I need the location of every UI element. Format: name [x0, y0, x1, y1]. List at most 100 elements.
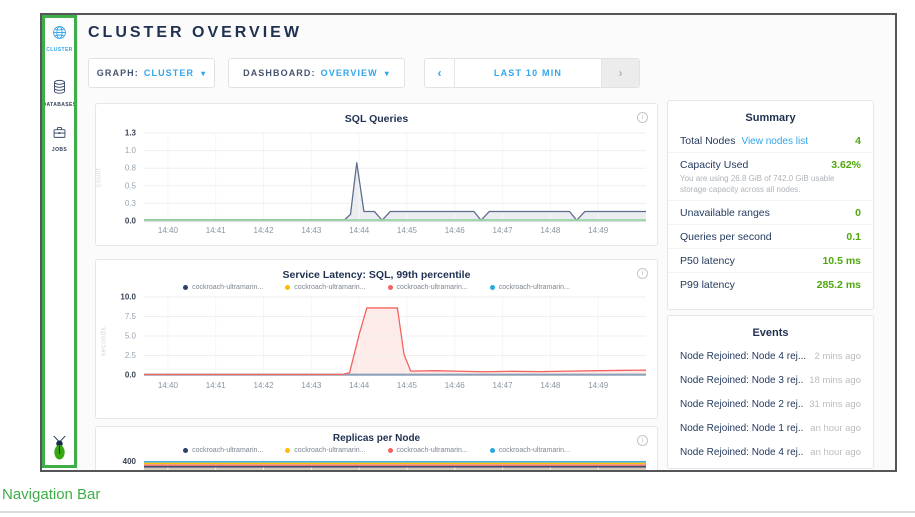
svg-text:0.0: 0.0: [125, 217, 137, 226]
sidebar-item-label: DATABASES: [42, 102, 77, 108]
dashboard-dropdown-label: DASHBOARD:: [243, 68, 316, 78]
graph-dropdown-value: CLUSTER: [144, 68, 194, 78]
navigation-bar-annotation-label: Navigation Bar: [2, 486, 100, 503]
dashboard-dropdown-value: OVERVIEW: [321, 68, 378, 78]
legend-dot: [183, 285, 188, 290]
app-window: CLUSTER DATABASES: [42, 15, 895, 470]
svg-text:0.8: 0.8: [125, 164, 137, 173]
info-icon[interactable]: i: [637, 268, 648, 279]
info-icon[interactable]: i: [637, 112, 648, 123]
y-axis-label: count: [95, 168, 102, 188]
legend-label: cockroach-ultramarin...: [397, 447, 468, 454]
replicas-per-node-chart[interactable]: 40014:4014:4114:4214:4314:4414:4514:4614…: [98, 454, 654, 470]
svg-text:14:43: 14:43: [301, 226, 322, 235]
summary-value: 0.1: [846, 231, 861, 243]
database-icon: [52, 82, 67, 99]
svg-text:1.3: 1.3: [125, 129, 137, 138]
svg-text:0.3: 0.3: [125, 199, 137, 208]
sql-queries-chart[interactable]: 1.31.00.80.50.30.014:4014:4114:4214:4314…: [98, 125, 654, 245]
summary-value: 285.2 ms: [817, 279, 861, 291]
legend-item[interactable]: cockroach-ultramarin...: [285, 447, 365, 454]
chart-legend: cockroach-ultramarin... cockroach-ultrama…: [96, 284, 657, 291]
svg-text:14:42: 14:42: [254, 381, 275, 390]
legend-label: cockroach-ultramarin...: [294, 447, 365, 454]
service-latency-chart[interactable]: 10.07.55.02.50.014:4014:4114:4214:4314:4…: [98, 291, 654, 403]
summary-value: 0: [855, 207, 861, 219]
legend-item[interactable]: cockroach-ultramarin...: [490, 284, 570, 291]
event-row: Node Rejoined: Node 4 rej... 2 mins ago: [668, 344, 873, 368]
event-message: Node Rejoined: Node 3 rej...: [680, 375, 803, 386]
summary-label: Queries per second: [680, 231, 772, 243]
svg-text:14:48: 14:48: [540, 226, 561, 235]
summary-row-p99-latency: P99 latency 285.2 ms: [668, 272, 873, 296]
capacity-description: You are using 26.8 GiB of 742.0 GiB usab…: [680, 173, 861, 195]
sidebar-item-label: CLUSTER: [42, 47, 77, 53]
legend-item[interactable]: cockroach-ultramarin...: [285, 284, 365, 291]
legend-item[interactable]: cockroach-ultramarin...: [388, 284, 468, 291]
cockroachdb-logo[interactable]: [42, 435, 77, 466]
event-time: an hour ago: [810, 447, 861, 458]
summary-panel: Summary Total Nodes View nodes list 4 Ca…: [667, 100, 874, 310]
sidebar-item-label: JOBS: [42, 147, 77, 153]
legend-dot: [285, 285, 290, 290]
event-time: 18 mins ago: [809, 375, 861, 386]
navigation-sidebar: CLUSTER DATABASES: [42, 15, 78, 470]
legend-label: cockroach-ultramarin...: [397, 284, 468, 291]
svg-text:0.0: 0.0: [125, 371, 137, 380]
info-icon[interactable]: i: [637, 435, 648, 446]
summary-row-total-nodes: Total Nodes View nodes list 4: [668, 129, 873, 152]
svg-text:14:42: 14:42: [254, 226, 275, 235]
screenshot-frame: CLUSTER DATABASES: [40, 13, 897, 472]
chart-title: Service Latency: SQL, 99th percentile: [96, 269, 657, 281]
event-message: Node Rejoined: Node 4 rej...: [680, 351, 806, 362]
legend-label: cockroach-ultramarin...: [499, 284, 570, 291]
sidebar-item-jobs[interactable]: JOBS: [42, 125, 77, 153]
legend-dot: [183, 448, 188, 453]
dashboard-dropdown[interactable]: DASHBOARD: OVERVIEW ▾: [228, 58, 405, 88]
sidebar-item-cluster[interactable]: CLUSTER: [42, 25, 77, 53]
svg-text:14:45: 14:45: [397, 381, 418, 390]
svg-text:14:41: 14:41: [206, 226, 227, 235]
view-nodes-list-link[interactable]: View nodes list: [741, 136, 808, 147]
service-latency-chart-panel: Service Latency: SQL, 99th percentile i …: [95, 259, 658, 419]
briefcase-icon: [52, 127, 67, 144]
time-next-button-disabled[interactable]: ›: [601, 59, 639, 87]
event-message: Node Rejoined: Node 2 rej...: [680, 399, 803, 410]
time-prev-button[interactable]: ‹: [425, 59, 455, 87]
events-panel: Events Node Rejoined: Node 4 rej... 2 mi…: [667, 315, 874, 469]
legend-item[interactable]: cockroach-ultramarin...: [183, 447, 263, 454]
svg-text:14:46: 14:46: [445, 226, 466, 235]
svg-text:14:40: 14:40: [158, 226, 179, 235]
svg-text:14:47: 14:47: [493, 226, 514, 235]
svg-text:5.0: 5.0: [125, 332, 137, 341]
svg-text:14:43: 14:43: [301, 381, 322, 390]
event-row: Node Rejoined: Node 1 rej... an hour ago: [668, 416, 873, 440]
svg-text:0.5: 0.5: [125, 181, 137, 190]
summary-label: P50 latency: [680, 255, 735, 267]
svg-text:14:44: 14:44: [349, 226, 370, 235]
page-divider: [0, 511, 915, 513]
replicas-per-node-chart-panel: Replicas per Node i cockroach-ultramarin…: [95, 426, 658, 470]
event-row: Node Rejoined: Node 2 rej... 31 mins ago: [668, 392, 873, 416]
legend-item[interactable]: cockroach-ultramarin...: [183, 284, 263, 291]
legend-label: cockroach-ultramarin...: [294, 284, 365, 291]
y-axis-label: seconds: [100, 327, 107, 357]
svg-text:14:48: 14:48: [540, 381, 561, 390]
legend-dot: [388, 448, 393, 453]
event-row: Node Rejoined: Node 4 rej... an hour ago: [668, 440, 873, 464]
time-range-selector: ‹ LAST 10 MIN ›: [424, 58, 640, 88]
legend-item[interactable]: cockroach-ultramarin...: [388, 447, 468, 454]
graph-dropdown[interactable]: GRAPH: CLUSTER ▾: [88, 58, 215, 88]
summary-title: Summary: [668, 101, 873, 129]
svg-text:14:40: 14:40: [158, 381, 179, 390]
events-title: Events: [668, 316, 873, 344]
svg-text:14:44: 14:44: [349, 381, 370, 390]
page-title: CLUSTER OVERVIEW: [88, 24, 302, 42]
legend-dot: [490, 285, 495, 290]
sidebar-item-databases[interactable]: DATABASES: [42, 79, 77, 108]
summary-value: 10.5 ms: [822, 255, 861, 267]
chevron-down-icon: ▾: [385, 69, 390, 78]
legend-item[interactable]: cockroach-ultramarin...: [490, 447, 570, 454]
legend-label: cockroach-ultramarin...: [192, 284, 263, 291]
svg-text:14:46: 14:46: [445, 381, 466, 390]
